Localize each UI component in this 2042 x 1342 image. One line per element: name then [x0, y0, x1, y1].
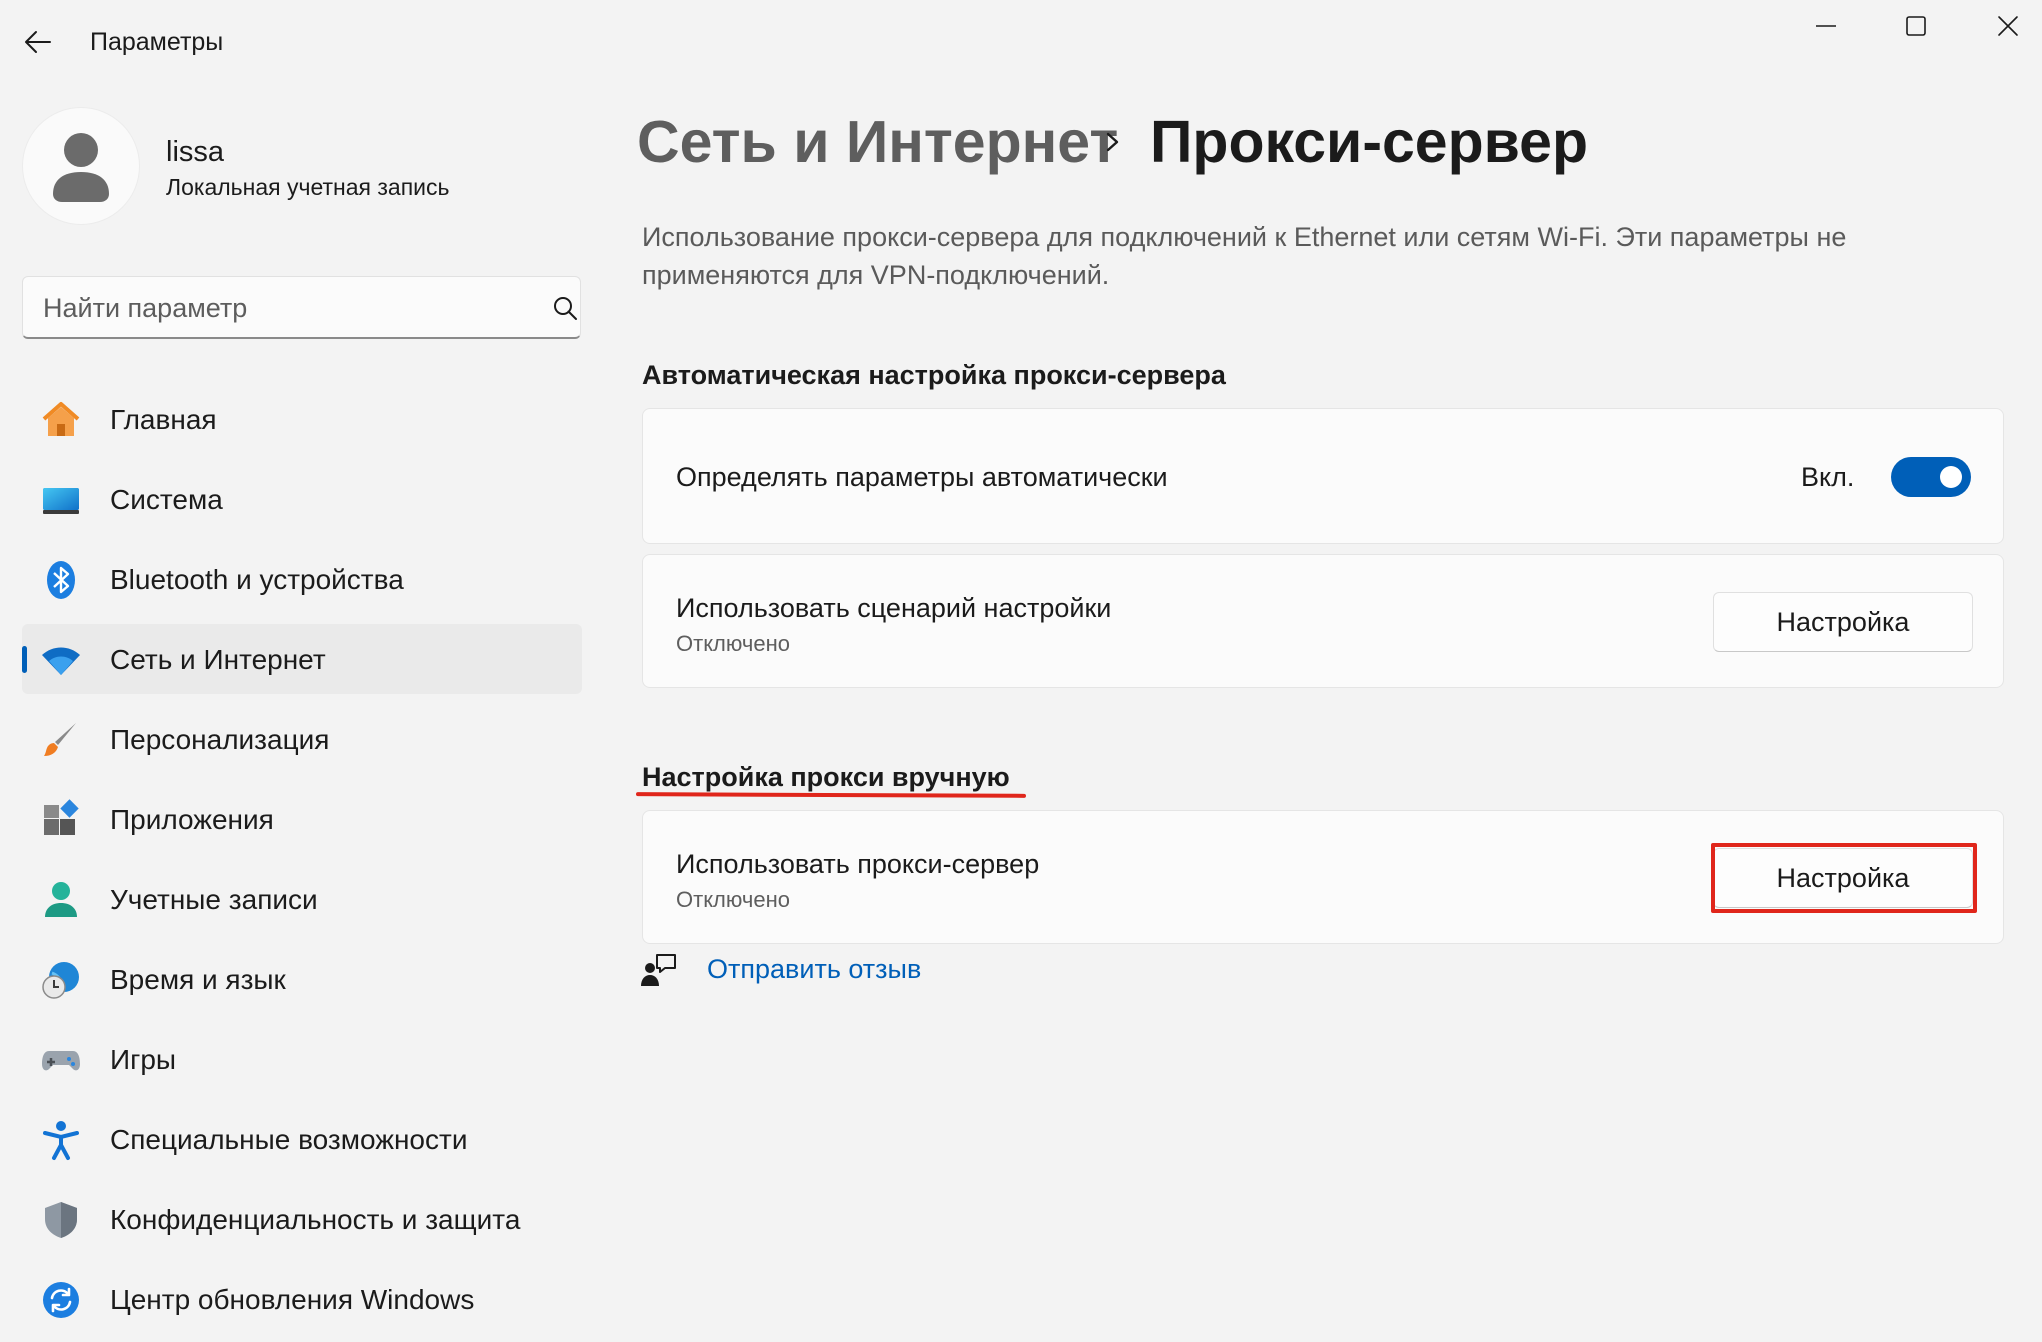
feedback-link[interactable]: Отправить отзыв: [641, 950, 921, 990]
wifi-icon: [42, 647, 80, 675]
bluetooth-icon: [47, 561, 75, 599]
gamepad-icon: [42, 1051, 80, 1071]
section-title-auto: Автоматическая настройка прокси-сервера: [642, 360, 1226, 390]
close-icon: [1998, 16, 2018, 36]
detect-settings-toggle[interactable]: [1891, 457, 1971, 497]
back-button[interactable]: [18, 22, 58, 62]
manual-proxy-card: Использовать прокси-сервер Отключено Нас…: [642, 810, 2004, 944]
close-button[interactable]: [1978, 4, 2038, 48]
avatar[interactable]: [22, 107, 140, 225]
page-description: Использование прокси-сервера для подключ…: [642, 222, 1847, 290]
setup-script-button[interactable]: Настройка: [1713, 592, 1973, 652]
sidebar-item-bluetooth[interactable]: Bluetooth и устройства: [22, 544, 582, 614]
highlight-underline: [635, 792, 1027, 798]
sidebar-item-label: Игры: [110, 1044, 177, 1075]
section-title-manual: Настройка прокси вручную: [642, 762, 1010, 792]
sidebar-item-network[interactable]: Сеть и Интернет: [22, 624, 582, 694]
sidebar-item-personalization[interactable]: Персонализация: [22, 704, 582, 774]
home-icon: [42, 402, 80, 436]
brush-icon: [44, 723, 76, 756]
shield-icon: [45, 1202, 77, 1238]
detect-settings-label: Определять параметры автоматически: [676, 462, 1168, 492]
system-icon: [43, 488, 79, 514]
sidebar-item-home[interactable]: Главная: [22, 384, 582, 454]
setup-script-card: Использовать сценарий настройки Отключен…: [642, 554, 2004, 688]
sidebar-item-system[interactable]: Система: [22, 464, 582, 534]
account-type: Локальная учетная запись: [166, 174, 450, 200]
sidebar-item-label: Учетные записи: [110, 884, 318, 915]
detect-settings-card: Определять параметры автоматически Вкл.: [642, 408, 2004, 544]
feedback-icon: [641, 954, 676, 986]
sidebar-item-gaming[interactable]: Игры: [22, 1024, 582, 1094]
apps-icon: [44, 799, 79, 835]
toggle-state-label: Вкл.: [1801, 462, 1855, 492]
chevron-right-icon: [1106, 132, 1119, 152]
sidebar-item-label: Конфиденциальность и защита: [110, 1204, 521, 1235]
update-icon: [43, 1282, 79, 1318]
toggle-knob: [1940, 466, 1962, 488]
setup-script-label: Использовать сценарий настройки: [676, 593, 1112, 623]
manual-proxy-label: Использовать прокси-сервер: [676, 849, 1040, 879]
sidebar-item-label: Специальные возможности: [110, 1124, 468, 1155]
sidebar-item-accessibility[interactable]: Специальные возможности: [22, 1104, 582, 1174]
sidebar-item-label: Система: [110, 484, 223, 515]
accessibility-icon: [43, 1121, 79, 1160]
maximize-icon: [1906, 16, 1926, 36]
page-title: Прокси-сервер: [1150, 109, 1588, 175]
sidebar-item-windows-update[interactable]: Центр обновления Windows: [22, 1264, 582, 1334]
manual-proxy-setup-button[interactable]: Настройка: [1713, 848, 1973, 908]
minimize-icon: [1816, 25, 1836, 27]
sidebar-item-time-language[interactable]: Время и язык: [22, 944, 582, 1014]
sidebar-nav: Главная Система Bluetooth и устройства С…: [22, 384, 582, 1342]
maximize-button[interactable]: [1886, 4, 1946, 48]
sidebar-item-label: Центр обновления Windows: [110, 1284, 475, 1315]
setup-script-status: Отключено: [676, 631, 790, 656]
sidebar-item-label: Приложения: [110, 804, 274, 835]
title-bar: Параметры: [0, 0, 2042, 84]
manual-proxy-status: Отключено: [676, 887, 790, 912]
app-title: Параметры: [90, 28, 224, 56]
time-language-icon: [42, 962, 79, 999]
user-icon: [53, 133, 109, 202]
sidebar-item-privacy[interactable]: Конфиденциальность и защита: [22, 1184, 582, 1254]
search-icon[interactable]: [551, 295, 579, 323]
search-box[interactable]: [22, 276, 581, 339]
search-input[interactable]: [43, 289, 523, 327]
sidebar-item-apps[interactable]: Приложения: [22, 784, 582, 854]
sidebar-item-label: Главная: [110, 404, 217, 435]
sidebar-item-label: Время и язык: [110, 964, 286, 995]
sidebar-item-label: Сеть и Интернет: [110, 644, 326, 675]
user-name: lissa: [166, 136, 225, 168]
accounts-icon: [45, 882, 77, 917]
minimize-button[interactable]: [1796, 4, 1856, 48]
sidebar-item-label: Bluetooth и устройства: [110, 564, 404, 595]
sidebar-item-accounts[interactable]: Учетные записи: [22, 864, 582, 934]
breadcrumb-parent[interactable]: Сеть и Интернет: [637, 108, 1118, 176]
feedback-label: Отправить отзыв: [707, 954, 922, 984]
sidebar-item-label: Персонализация: [110, 724, 330, 755]
arrow-left-icon: [25, 31, 51, 53]
